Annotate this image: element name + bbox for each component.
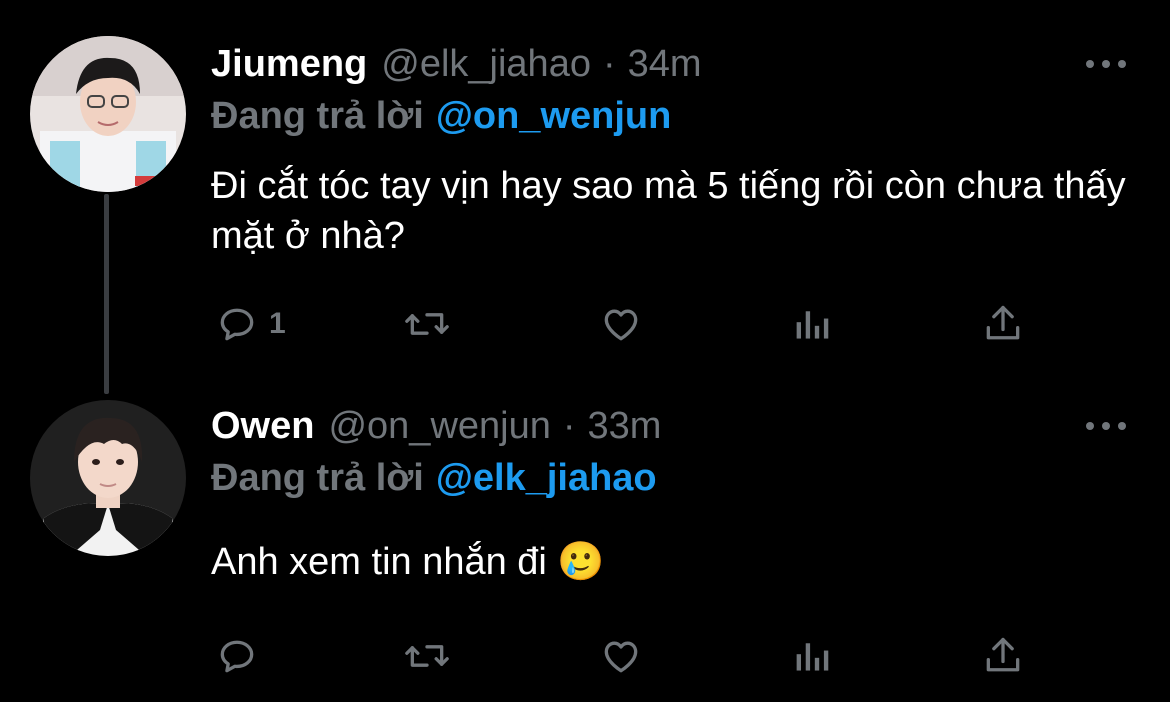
more-icon[interactable]: [1086, 54, 1126, 74]
avatar-image: [30, 36, 186, 192]
replying-to-label: Đang trả lời: [211, 457, 424, 499]
retweet-icon: [405, 313, 449, 335]
timestamp[interactable]: 33m: [588, 404, 662, 448]
tweet[interactable]: Jiumeng @elk_jiahao · 34m Đang trả lời @o…: [0, 0, 1170, 370]
reply-icon: [220, 640, 254, 673]
views-icon: [796, 311, 829, 339]
like-button[interactable]: [599, 631, 643, 681]
avatar-image: [30, 400, 186, 556]
action-bar: [211, 631, 1041, 681]
reply-button[interactable]: 1: [215, 299, 286, 349]
replying-to: Đang trả lời @on_wenjun: [211, 94, 671, 138]
views-icon: [796, 643, 829, 671]
avatar[interactable]: [30, 400, 186, 556]
replying-to: Đang trả lời @elk_jiahao: [211, 456, 657, 500]
replying-to-label: Đang trả lời: [211, 95, 424, 137]
views-button[interactable]: [793, 631, 833, 681]
retweet-button[interactable]: [403, 299, 451, 349]
avatar[interactable]: [30, 36, 186, 192]
like-button[interactable]: [599, 299, 643, 349]
tweet-text: Đi cắt tóc tay vịn hay sao mà 5 tiếng rồ…: [211, 165, 1126, 257]
tweet-header: Owen @on_wenjun · 33m: [211, 404, 661, 448]
heart-icon: [604, 309, 638, 341]
replying-to-handle[interactable]: @on_wenjun: [436, 95, 672, 137]
share-icon: [986, 637, 1020, 672]
separator: ·: [602, 43, 616, 85]
share-button[interactable]: [981, 631, 1025, 681]
separator: ·: [562, 405, 576, 447]
timestamp[interactable]: 34m: [628, 42, 702, 86]
retweet-icon: [405, 645, 449, 667]
tweet[interactable]: Owen @on_wenjun · 33m Đang trả lời @elk_j…: [0, 370, 1170, 702]
tweet-text: Anh xem tin nhắn đi 🥲: [211, 541, 605, 583]
tweet-header: Jiumeng @elk_jiahao · 34m: [211, 42, 702, 86]
share-button[interactable]: [981, 299, 1025, 349]
action-bar: 1: [211, 299, 1041, 349]
reply-button[interactable]: [215, 631, 269, 681]
reply-count: 1: [269, 307, 286, 340]
user-handle[interactable]: @on_wenjun: [328, 404, 550, 448]
display-name[interactable]: Jiumeng: [211, 42, 367, 86]
reply-icon: [220, 308, 254, 341]
display-name[interactable]: Owen: [211, 404, 314, 448]
user-handle[interactable]: @elk_jiahao: [381, 42, 591, 86]
replying-to-handle[interactable]: @elk_jiahao: [436, 457, 657, 499]
views-button[interactable]: [793, 299, 833, 349]
more-icon[interactable]: [1086, 416, 1126, 436]
heart-icon: [604, 641, 638, 673]
share-icon: [986, 305, 1020, 340]
retweet-button[interactable]: [403, 631, 451, 681]
